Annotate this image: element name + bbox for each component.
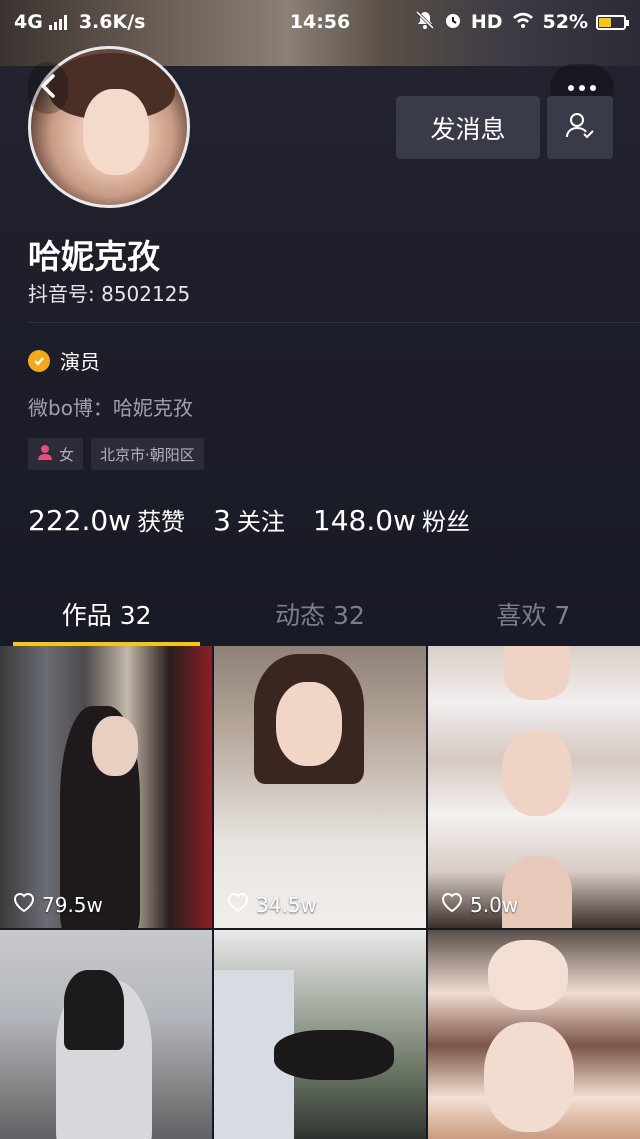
network-type: 4G xyxy=(14,11,43,33)
like-count-label: 34.5w xyxy=(256,892,317,917)
profile-stats: 222.0w 获赞 3 关注 148.0w 粉丝 xyxy=(28,502,470,537)
person-face xyxy=(484,1022,574,1132)
verified-check-icon xyxy=(28,349,50,372)
wifi-icon xyxy=(511,11,535,34)
send-message-button[interactable]: 发消息 xyxy=(396,96,540,159)
signal-icon xyxy=(48,14,67,30)
status-bar: 4G 3.6K/s 14:56 HD 52% xyxy=(0,0,640,44)
more-dot-icon xyxy=(568,85,574,91)
likes-count: 222.0w xyxy=(28,504,132,537)
like-count-label: 79.5w xyxy=(42,892,103,917)
chevron-left-icon xyxy=(39,73,57,103)
heart-icon xyxy=(12,891,36,918)
person-face xyxy=(92,716,138,776)
location-tag: 北京市·朝阳区 xyxy=(91,438,204,470)
person-hair xyxy=(64,970,124,1050)
person-hair xyxy=(274,1030,394,1080)
user-check-icon xyxy=(564,110,596,146)
female-user-icon xyxy=(37,444,53,464)
verify-label: 演员 xyxy=(60,350,100,374)
video-thumbnail[interactable]: 34.5w xyxy=(214,646,426,928)
more-dot-icon xyxy=(579,85,585,91)
avatar-face xyxy=(83,89,149,175)
network-speed: 3.6K/s xyxy=(78,11,146,33)
verification-row: 演员 xyxy=(28,346,100,375)
video-thumbnail[interactable] xyxy=(214,930,426,1139)
heart-icon xyxy=(226,891,250,918)
douyin-id: 抖音号: 8502125 xyxy=(28,282,191,306)
like-count-label: 5.0w xyxy=(470,892,519,917)
mute-icon xyxy=(415,10,435,35)
follow-status-button[interactable] xyxy=(547,96,613,159)
video-thumbnail[interactable] xyxy=(0,930,212,1139)
fans-label: 粉丝 xyxy=(421,508,470,536)
tab-works[interactable]: 作品 32 xyxy=(0,588,213,646)
video-thumbnail[interactable] xyxy=(428,930,640,1139)
profile-tags: 女 北京市·朝阳区 xyxy=(28,438,204,470)
video-thumbnail[interactable]: 5.0w xyxy=(428,646,640,928)
like-count: 5.0w xyxy=(440,891,518,918)
like-count: 34.5w xyxy=(226,891,317,918)
likes-label: 获赞 xyxy=(137,508,186,536)
battery-percent: 52% xyxy=(542,11,588,33)
bio-weibo: 微bo博：哈妮克孜 xyxy=(28,396,193,420)
following-count: 3 xyxy=(213,504,231,537)
battery-icon xyxy=(596,14,629,30)
gender-tag: 女 xyxy=(28,438,84,470)
tab-updates[interactable]: 动态 32 xyxy=(213,588,426,646)
likes-stat[interactable]: 222.0w 获赞 xyxy=(28,502,185,537)
person-face xyxy=(488,940,568,1010)
like-count: 79.5w xyxy=(12,891,103,918)
hd-indicator: HD xyxy=(470,11,503,33)
clock: 14:56 xyxy=(289,11,351,33)
tab-likes[interactable]: 喜欢 7 xyxy=(427,588,640,646)
gender-label: 女 xyxy=(59,445,75,464)
more-dot-icon xyxy=(590,85,596,91)
person-face xyxy=(502,730,572,816)
person-face xyxy=(276,682,342,766)
back-button[interactable] xyxy=(28,62,68,114)
battery-fill xyxy=(599,17,611,27)
alarm-icon xyxy=(443,10,463,35)
video-thumbnail[interactable]: 79.5w xyxy=(0,646,212,928)
fans-stat[interactable]: 148.0w 粉丝 xyxy=(313,502,470,537)
following-stat[interactable]: 3 关注 xyxy=(213,502,285,537)
divider xyxy=(28,322,640,323)
heart-icon xyxy=(440,891,464,918)
person-face xyxy=(504,646,570,700)
video-grid: 79.5w 34.5w 5.0w xyxy=(0,646,640,1139)
following-label: 关注 xyxy=(236,508,285,536)
profile-name: 哈妮克孜 xyxy=(28,237,160,276)
fans-count: 148.0w xyxy=(312,504,416,537)
profile-tabs: 作品 32 动态 32 喜欢 7 xyxy=(0,588,640,646)
